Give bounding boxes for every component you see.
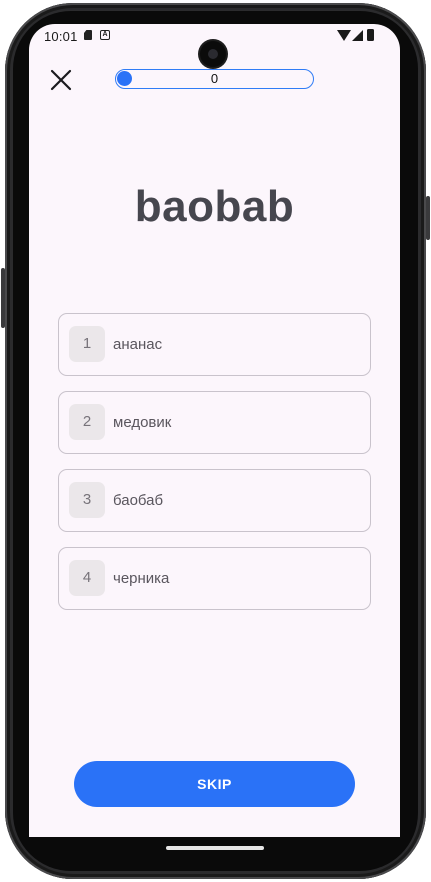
front-camera [200,41,226,67]
quiz-word: baobab [134,182,295,231]
phone-side-button [1,268,5,328]
progress-count: 0 [210,71,219,86]
option-label: черника [113,570,170,587]
answer-option-1[interactable]: 1 ананас [58,313,371,376]
option-label: баобаб [113,492,164,509]
skip-button[interactable]: SKIP [74,761,355,807]
option-number: 4 [69,560,105,596]
option-label: медовик [113,414,172,431]
app-screen: 10:01 A 0 baobab 1 ананас 2 медовик 3 ба… [29,24,400,837]
answer-option-3[interactable]: 3 баобаб [58,469,371,532]
battery-icon [367,29,374,41]
home-indicator[interactable] [166,846,264,850]
answer-option-2[interactable]: 2 медовик [58,391,371,454]
option-label: ананас [113,336,163,353]
status-time: 10:01 [44,29,78,44]
option-number: 1 [69,326,105,362]
app-notification-icon: A [100,30,110,40]
close-button[interactable] [49,68,73,92]
signal-icon [352,30,363,41]
option-number: 3 [69,482,105,518]
close-icon [50,69,72,91]
answer-option-4[interactable]: 4 черника [58,547,371,610]
wifi-icon [337,30,351,41]
phone-side-button [426,196,430,240]
sim-icon [84,30,92,40]
progress-bar: 0 [115,69,314,89]
answer-options: 1 ананас 2 медовик 3 баобаб 4 черника [58,313,371,625]
option-number: 2 [69,404,105,440]
